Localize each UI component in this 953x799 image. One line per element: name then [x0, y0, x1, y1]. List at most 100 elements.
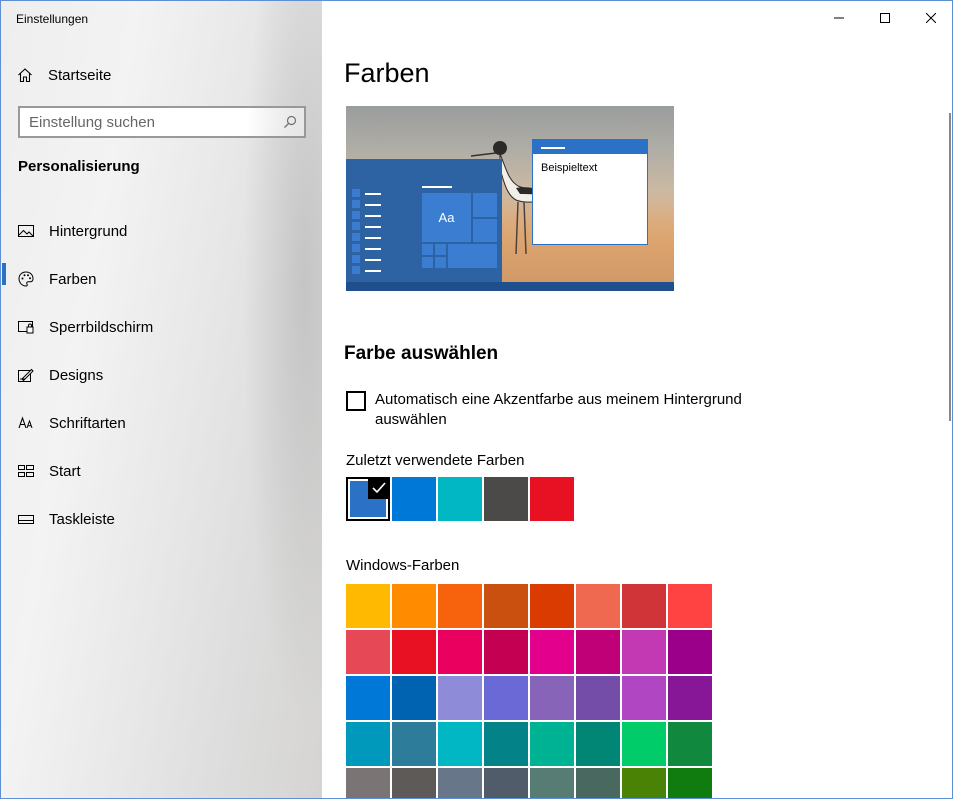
windows-color-swatch[interactable] [438, 630, 482, 674]
windows-color-swatch[interactable] [438, 722, 482, 766]
windows-color-swatch[interactable] [668, 584, 712, 628]
windows-color-swatch[interactable] [668, 676, 712, 720]
windows-color-swatch[interactable] [392, 630, 436, 674]
auto-accent-checkbox[interactable] [346, 391, 366, 411]
recent-color-swatch[interactable] [530, 477, 574, 521]
windows-color-swatch[interactable] [576, 676, 620, 720]
recent-color-swatch[interactable] [392, 477, 436, 521]
preview-sample-window: Beispieltext [532, 139, 648, 245]
windows-color-swatch[interactable] [576, 768, 620, 798]
windows-color-swatch[interactable] [530, 676, 574, 720]
preview-app-list [351, 189, 385, 277]
windows-color-swatch[interactable] [576, 584, 620, 628]
maximize-icon [880, 13, 890, 23]
windows-color-swatch[interactable] [530, 630, 574, 674]
home-icon [17, 67, 33, 83]
recent-color-swatch[interactable] [438, 477, 482, 521]
preview-tile-header [422, 186, 452, 188]
minimize-icon [834, 17, 844, 19]
windows-color-swatch[interactable] [346, 630, 390, 674]
windows-color-swatch[interactable] [484, 768, 528, 798]
sidebar-item-label: Hintergrund [49, 222, 128, 240]
sidebar-item-start[interactable]: Start [1, 447, 322, 495]
windows-color-swatch[interactable] [530, 768, 574, 798]
preview-tiles: Aa [422, 193, 498, 279]
sidebar-item-taskleiste[interactable]: Taskleiste [1, 495, 322, 543]
windows-color-swatch[interactable] [392, 768, 436, 798]
sidebar: Einstellungen Startseite Personalisierun… [1, 1, 322, 798]
windows-color-swatch[interactable] [438, 768, 482, 798]
window-controls [816, 1, 952, 35]
designs-icon [18, 367, 34, 383]
recent-colors-label: Zuletzt verwendete Farben [346, 452, 525, 469]
auto-accent-label: Automatisch eine Akzentfarbe aus meinem … [375, 391, 742, 428]
windows-color-swatch[interactable] [484, 722, 528, 766]
search-input[interactable] [29, 113, 269, 131]
sidebar-item-schriftarten[interactable]: Schriftarten [1, 399, 322, 447]
sidebar-item-label: Designs [49, 366, 104, 384]
windows-color-swatch[interactable] [392, 584, 436, 628]
sidebar-item-farben[interactable]: Farben [1, 255, 322, 303]
settings-window: Einstellungen Startseite Personalisierun… [0, 0, 953, 799]
windows-color-swatch[interactable] [392, 722, 436, 766]
picture-icon [18, 223, 34, 239]
search-icon[interactable] [283, 115, 297, 129]
recent-colors [346, 477, 576, 521]
maximize-button[interactable] [862, 1, 908, 35]
lockscreen-icon [18, 319, 34, 335]
preview-sample-text: Beispieltext [541, 162, 598, 174]
windows-color-swatch[interactable] [346, 722, 390, 766]
main-content: Farben Aa Beispieltext Farbe auswählen A… [322, 1, 952, 798]
auto-accent-option[interactable]: Automatisch eine Akzentfarbe aus meinem … [346, 390, 776, 430]
windows-color-swatch[interactable] [622, 584, 666, 628]
windows-colors-label: Windows-Farben [346, 557, 460, 574]
search-box[interactable] [18, 106, 306, 138]
window-title: Einstellungen [16, 12, 89, 26]
windows-color-swatch[interactable] [484, 676, 528, 720]
windows-color-swatch[interactable] [346, 768, 390, 798]
windows-color-swatch[interactable] [346, 676, 390, 720]
recent-color-swatch[interactable] [346, 477, 390, 521]
windows-color-swatch[interactable] [622, 768, 666, 798]
windows-color-swatch[interactable] [438, 584, 482, 628]
windows-color-swatch[interactable] [484, 630, 528, 674]
windows-color-swatch[interactable] [576, 630, 620, 674]
windows-color-swatch[interactable] [576, 722, 620, 766]
windows-color-swatch[interactable] [346, 584, 390, 628]
fonts-icon [18, 415, 34, 431]
windows-color-swatch[interactable] [530, 722, 574, 766]
minimize-button[interactable] [816, 1, 862, 35]
windows-color-swatch[interactable] [438, 676, 482, 720]
windows-color-swatch[interactable] [668, 630, 712, 674]
sidebar-item-label: Start [49, 462, 81, 480]
checkmark-icon [368, 477, 390, 499]
section-title: Personalisierung [18, 158, 140, 175]
palette-icon [18, 271, 34, 287]
windows-color-swatch[interactable] [622, 722, 666, 766]
windows-color-swatch[interactable] [484, 584, 528, 628]
close-icon [926, 13, 936, 23]
sidebar-item-label: Sperrbildschirm [49, 318, 154, 336]
windows-color-swatch[interactable] [622, 630, 666, 674]
preview-sample-titlebar [533, 140, 647, 154]
preview-tile-aa: Aa [422, 193, 471, 242]
home-link[interactable]: Startseite [17, 65, 111, 85]
sidebar-item-sperrbildschirm[interactable]: Sperrbildschirm [1, 303, 322, 351]
windows-color-swatch[interactable] [392, 676, 436, 720]
windows-color-swatch[interactable] [668, 768, 712, 798]
taskbar-icon [18, 511, 34, 527]
sidebar-nav: Hintergrund Farben Sperrbildschirm Desig… [1, 207, 322, 543]
recent-color-swatch[interactable] [484, 477, 528, 521]
close-button[interactable] [908, 1, 952, 35]
choose-color-heading: Farbe auswählen [344, 343, 499, 364]
sidebar-item-designs[interactable]: Designs [1, 351, 322, 399]
home-label: Startseite [48, 66, 112, 84]
windows-color-swatch[interactable] [668, 722, 712, 766]
preview-start-menu: Aa [346, 159, 502, 283]
windows-color-swatch[interactable] [530, 584, 574, 628]
sidebar-item-label: Farben [49, 270, 97, 288]
sidebar-item-hintergrund[interactable]: Hintergrund [1, 207, 322, 255]
sidebar-item-label: Schriftarten [49, 414, 126, 432]
scrollbar[interactable] [949, 113, 951, 421]
windows-color-swatch[interactable] [622, 676, 666, 720]
